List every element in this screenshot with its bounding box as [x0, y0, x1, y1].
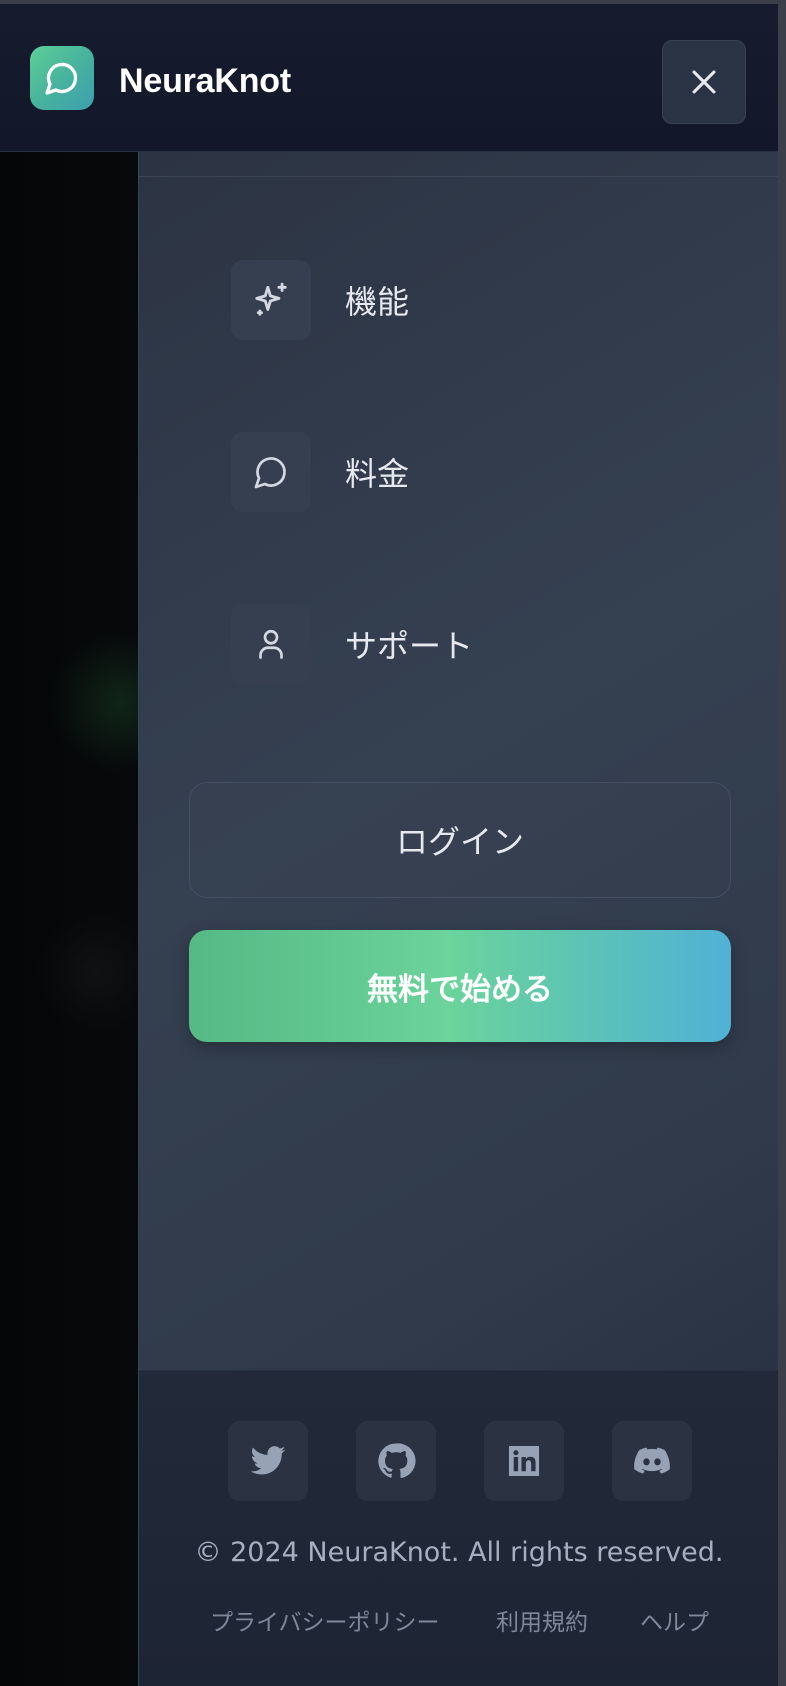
drawer-footer: © 2024 NeuraKnot. All rights reserved. プ… [139, 1370, 779, 1686]
social-link-discord[interactable] [612, 1421, 692, 1501]
nav-item-support[interactable]: サポート [231, 604, 731, 684]
login-button[interactable]: ログイン [189, 782, 731, 898]
nav-icon-box [231, 432, 311, 512]
nav-label: 料金 [345, 455, 410, 493]
brand-logo[interactable] [30, 46, 94, 110]
mobile-menu-drawer: 機能 料金 サポート ログイン 無料で始める © 2024 NeuraKnot.… [138, 152, 779, 1686]
close-icon [692, 70, 716, 94]
github-icon [378, 1443, 416, 1479]
nav-label: 機能 [345, 283, 410, 321]
chat-logo-icon [45, 62, 78, 95]
page: NeuraKnot 機能 料金 サポート ログイン 無料で始める © 2024 … [0, 0, 786, 1686]
start-free-button[interactable]: 無料で始める [189, 930, 731, 1042]
nav-item-pricing[interactable]: 料金 [231, 432, 731, 512]
social-link-twitter[interactable] [228, 1421, 308, 1501]
brand-name[interactable]: NeuraKnot [119, 56, 291, 106]
twitter-icon [250, 1446, 286, 1475]
close-menu-button[interactable] [662, 40, 746, 124]
page-backdrop[interactable] [0, 152, 138, 1686]
chat-bubble-icon [254, 457, 286, 489]
footer-link-privacy[interactable]: プライバシーポリシー [210, 1603, 440, 1637]
footer-links: プライバシーポリシー 利用規約 ヘルプ [139, 1603, 779, 1643]
scrollbar[interactable] [778, 0, 786, 1686]
nav-icon-box [231, 604, 311, 684]
nav-item-features[interactable]: 機能 [231, 260, 731, 340]
sparkles-icon [255, 282, 287, 316]
user-icon [259, 629, 283, 659]
footer-link-terms[interactable]: 利用規約 [496, 1603, 588, 1637]
nav-icon-box [231, 260, 311, 340]
linkedin-icon [508, 1445, 540, 1477]
footer-link-help[interactable]: ヘルプ [640, 1603, 709, 1637]
divider [139, 176, 779, 177]
discord-icon [634, 1447, 670, 1474]
nav-label: サポート [345, 627, 474, 665]
social-link-github[interactable] [356, 1421, 436, 1501]
copyright-text: © 2024 NeuraKnot. All rights reserved. [194, 1537, 724, 1568]
social-link-linkedin[interactable] [484, 1421, 564, 1501]
header: NeuraKnot [0, 4, 778, 152]
